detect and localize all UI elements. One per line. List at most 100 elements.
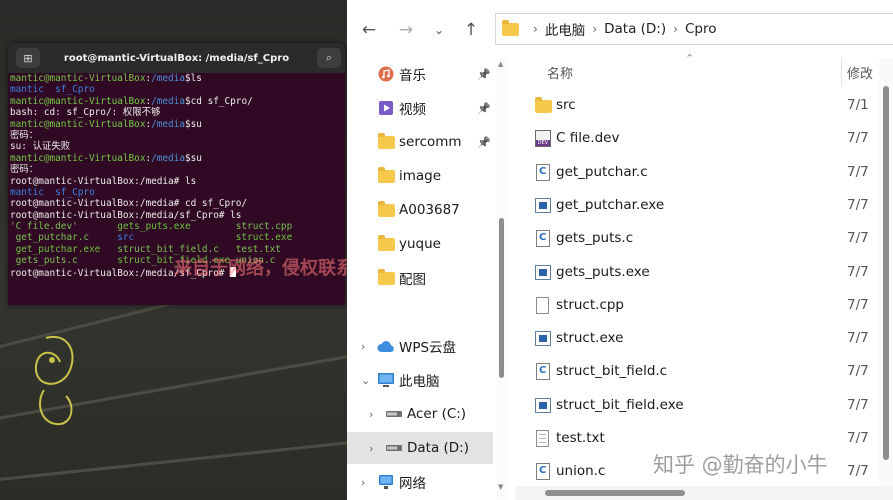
file-row[interactable]: struct_bit_field.exe 7/7	[515, 389, 893, 422]
nav-item-label: A003687	[399, 202, 460, 218]
file-modified-date: 7/7	[847, 330, 869, 347]
nav-item-label: Data (D:)	[407, 440, 470, 456]
breadcrumb-item[interactable]: 此电脑	[545, 19, 586, 39]
chevron-right-icon[interactable]: ›	[361, 476, 365, 489]
search-icon[interactable]: ⌕	[317, 48, 341, 68]
scrollbar-thumb[interactable]	[545, 490, 685, 496]
c-source-file-icon: C	[535, 463, 552, 481]
column-date-header[interactable]: 修改	[847, 63, 873, 82]
nav-scrollbar[interactable]: ▲ ▼	[497, 58, 507, 500]
file-name: struct_bit_field.c	[556, 363, 668, 380]
nav-item[interactable]: 视频 📌	[347, 92, 493, 124]
chevron-right-icon[interactable]: ›	[361, 340, 365, 353]
nav-item[interactable]: › 网络	[347, 466, 493, 498]
executable-file-icon	[535, 264, 551, 280]
chevron-right-icon[interactable]: ›	[369, 442, 373, 455]
scroll-down-icon[interactable]: ▼	[498, 483, 503, 491]
terminal-text: root@mantic-VirtualBox:/media# ls	[10, 175, 197, 187]
terminal-line: mantic@mantic-VirtualBox:/media$su	[10, 119, 343, 130]
terminal-text: 'C file.dev'	[10, 221, 118, 233]
terminal-text: mantic@mantic-VirtualBox	[10, 152, 146, 164]
nav-item-label: image	[399, 168, 442, 184]
breadcrumb-item[interactable]: Data (D:)	[604, 21, 666, 37]
c-source-file-icon: C	[536, 463, 550, 481]
chevron-down-icon[interactable]: ⌄	[361, 374, 370, 387]
scrollbar-thumb[interactable]	[499, 218, 504, 378]
chevron-right-icon[interactable]: ›	[673, 22, 678, 36]
scrollbar-thumb[interactable]	[883, 86, 889, 460]
file-name: test.txt	[556, 430, 605, 446]
file-name: src	[556, 97, 576, 113]
column-name-header[interactable]: 名称	[547, 63, 573, 82]
pin-icon[interactable]: 📌	[477, 68, 491, 81]
forward-arrow-icon[interactable]: →	[394, 18, 418, 42]
executable-file-icon	[535, 330, 552, 347]
file-row[interactable]: Cget_putchar.c 7/7	[515, 156, 893, 189]
folder-icon	[377, 166, 395, 184]
terminal-text: mantic@mantic-VirtualBox	[10, 118, 146, 130]
file-row[interactable]: src 7/1	[515, 89, 893, 122]
nav-item[interactable]: 配图	[347, 262, 493, 294]
column-divider[interactable]	[841, 58, 842, 86]
nav-item-label: 音乐	[399, 68, 426, 84]
nav-item-wps[interactable]: › WPS云盘	[347, 330, 493, 362]
file-name: get_putchar.c	[556, 163, 648, 180]
file-row[interactable]: DEV C file.dev 7/7	[515, 122, 893, 155]
computer-icon	[377, 372, 395, 388]
breadcrumb[interactable]: › 此电脑 › Data (D:) › Cpro	[495, 13, 893, 45]
terminal-text: 密码：	[10, 129, 39, 141]
nav-item-yuque[interactable]: yuque	[347, 228, 493, 260]
nav-item-data-d[interactable]: › Data (D:)	[347, 432, 493, 464]
file-list: ⌃ 名称 修改 src 7/1 DEV C file.dev 7/7 Cget_putch…	[515, 52, 893, 500]
file-modified-date: 7/7	[847, 296, 869, 313]
pin-icon[interactable]: 📌	[477, 136, 491, 149]
file-explorer-window[interactable]: ← → ⌄ ↑ › 此电脑 › Data (D:) › Cpro 音乐 📌 视频 📌 s…	[347, 0, 893, 500]
terminal-line: mantic@mantic-VirtualBox:/media$ls	[10, 73, 343, 84]
horizontal-scrollbar[interactable]	[515, 486, 893, 500]
terminal-text: $ls	[185, 73, 202, 84]
devcpp-project-icon: DEV	[535, 130, 551, 148]
zhihu-watermark: 知乎 @勤奋的小牛	[653, 453, 828, 477]
nav-item[interactable]: 音乐 📌	[347, 58, 493, 90]
terminal-text: $su	[185, 118, 202, 130]
terminal-text: root@mantic-VirtualBox:/media/sf_Cpro# l…	[10, 209, 242, 221]
file-scrollbar[interactable]	[879, 58, 893, 488]
drive-icon	[385, 440, 403, 456]
chevron-right-icon[interactable]: ›	[592, 22, 597, 36]
folder-icon	[377, 132, 395, 150]
terminal-titlebar[interactable]: ⊞ root@mantic-VirtualBox: /media/sf_Cpro…	[8, 43, 345, 73]
chevron-right-icon[interactable]: ›	[369, 408, 373, 421]
nav-item-image[interactable]: image	[347, 160, 493, 192]
terminal-text: 密码：	[10, 164, 39, 176]
pin-icon[interactable]: 📌	[477, 102, 491, 115]
file-modified-date: 7/7	[847, 396, 869, 413]
file-row[interactable]: struct.exe 7/7	[515, 322, 893, 355]
up-arrow-icon[interactable]: ↑	[459, 18, 483, 42]
file-row[interactable]: gets_puts.exe 7/7	[515, 256, 893, 289]
scroll-up-icon[interactable]: ▲	[498, 60, 503, 68]
folder-icon	[377, 268, 395, 285]
file-row[interactable]: struct.cpp 7/7	[515, 289, 893, 322]
terminal-line: bash: cd: sf_Cpro/: 权限不够	[10, 107, 343, 118]
back-arrow-icon[interactable]: ←	[357, 18, 381, 42]
nav-item-acer-c[interactable]: › Acer (C:)	[347, 398, 493, 430]
nav-item-a003687[interactable]: A003687	[347, 194, 493, 226]
terminal-output[interactable]: mantic@mantic-VirtualBox:/media$ls mantic…	[8, 73, 345, 279]
nav-item[interactable]: ⌄ 此电脑	[347, 364, 493, 396]
folder-icon	[377, 234, 395, 252]
terminal-line: 密码：	[10, 130, 343, 141]
file-row[interactable]: get_putchar.exe 7/7	[515, 189, 893, 222]
file-modified-date: 7/7	[847, 363, 869, 380]
file-row[interactable]: Cstruct_bit_field.c 7/7	[515, 355, 893, 388]
recent-locations-chevron-icon[interactable]: ⌄	[427, 18, 451, 42]
terminal-text: struct.cpp	[235, 221, 293, 233]
terminal-text: $su	[185, 152, 202, 164]
folder-icon	[535, 97, 552, 113]
new-tab-icon[interactable]: ⊞	[16, 48, 40, 68]
terminal-line: 'C file.dev' gets_puts.exe struct.cpp	[10, 221, 343, 232]
nav-item-sercomm[interactable]: sercomm 📌	[347, 126, 493, 158]
breadcrumb-item[interactable]: Cpro	[685, 21, 717, 37]
file-row[interactable]: Cgets_puts.c 7/7	[515, 222, 893, 255]
chevron-right-icon[interactable]: ›	[533, 22, 538, 36]
blank-file-icon	[535, 296, 552, 314]
